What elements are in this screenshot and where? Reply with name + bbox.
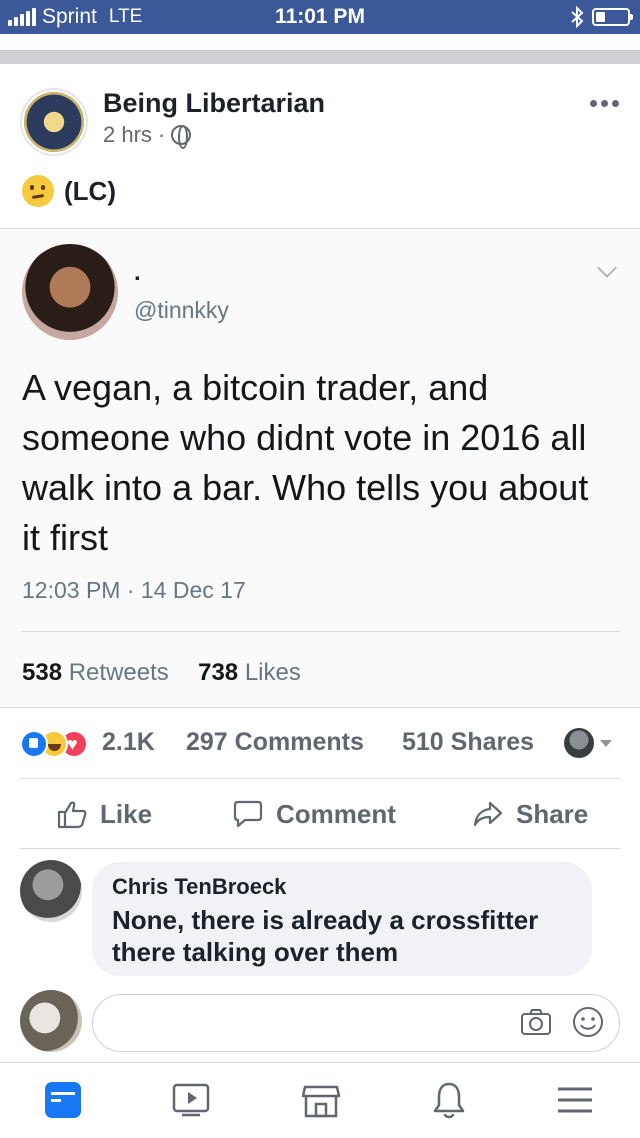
comment-bubble-icon (233, 800, 263, 828)
comments-count[interactable]: 297 Comments (186, 728, 364, 757)
tweet-divider (22, 631, 620, 632)
comment-text: None, there is already a crossfitter the… (112, 905, 539, 967)
like-button[interactable]: Like (56, 798, 152, 830)
post-caption: (LC) (22, 175, 116, 207)
globe-icon (171, 125, 192, 149)
bluetooth-icon (571, 6, 584, 28)
comment-button[interactable]: Comment (232, 798, 396, 830)
divider (20, 848, 620, 849)
divider (0, 707, 640, 708)
watch-icon (172, 1083, 210, 1117)
viewer-avatar[interactable] (564, 728, 594, 758)
share-label: Share (516, 798, 589, 829)
comment-bubble[interactable]: Chris TenBroeck None, there is already a… (92, 862, 592, 976)
retweets-label: Retweets (68, 659, 169, 686)
caption-text: (LC) (64, 175, 116, 206)
marketplace-icon (301, 1085, 341, 1118)
camera-icon[interactable] (520, 1008, 552, 1036)
tab-marketplace[interactable] (298, 1077, 344, 1123)
like-reaction-icon[interactable] (20, 730, 48, 758)
clock: 11:01 PM (275, 5, 365, 28)
tweet-avatar (22, 244, 118, 340)
post-meta: 2 hrs · (103, 122, 192, 149)
tab-notifications[interactable] (426, 1077, 472, 1123)
share-button[interactable]: Share (472, 798, 588, 830)
feed-separator (0, 50, 640, 64)
tweet-image[interactable]: . @tinnkky A vegan, a bitcoin trader, an… (0, 229, 640, 707)
chevron-down-icon (597, 258, 617, 278)
thinking-face-icon (22, 175, 54, 207)
tab-news-feed[interactable] (40, 1077, 86, 1123)
meta-separator: · (157, 122, 166, 147)
tweet-display-name: . (134, 259, 141, 286)
battery-icon (592, 8, 633, 26)
comment-label: Comment (276, 798, 396, 829)
like-label: Like (100, 798, 153, 829)
likes-label: Likes (244, 659, 301, 686)
comment-author[interactable]: Chris TenBroeck (112, 874, 572, 900)
tab-watch[interactable] (168, 1077, 214, 1123)
news-feed-icon (45, 1082, 81, 1118)
tweet-text: A vegan, a bitcoin trader, and someone w… (22, 367, 589, 558)
tab-menu[interactable] (552, 1077, 598, 1123)
page-name[interactable]: Being Libertarian (103, 88, 325, 119)
page-avatar[interactable] (20, 88, 88, 156)
likes-count: 738 (198, 659, 239, 686)
menu-icon (558, 1087, 592, 1113)
status-bar: Sprint LTE 11:01 PM (0, 0, 640, 34)
bottom-tab-bar (0, 1062, 640, 1138)
retweets-count: 538 (22, 659, 63, 686)
action-bar: Like Comment Share (0, 788, 640, 840)
tweet-stats: 538 Retweets 738 Likes (22, 659, 301, 687)
shares-count[interactable]: 510 Shares (402, 728, 534, 757)
notifications-icon (433, 1082, 465, 1119)
user-avatar (20, 990, 82, 1052)
thumbs-up-icon (57, 801, 87, 829)
share-arrow-icon (473, 801, 503, 827)
caret-down-icon[interactable] (600, 740, 612, 747)
reactions-row: 2.1K 297 Comments 510 Shares (20, 728, 630, 762)
tweet-handle: @tinnkky (134, 297, 229, 323)
post-time[interactable]: 2 hrs (103, 122, 152, 148)
more-options-icon[interactable] (590, 100, 619, 107)
tweet-timestamp: 12:03 PM · 14 Dec 17 (22, 577, 246, 603)
emoji-icon[interactable] (572, 1006, 604, 1038)
reactions-count[interactable]: 2.1K (102, 728, 155, 757)
commenter-avatar[interactable] (20, 860, 82, 922)
divider (20, 778, 620, 779)
status-right (570, 6, 633, 28)
